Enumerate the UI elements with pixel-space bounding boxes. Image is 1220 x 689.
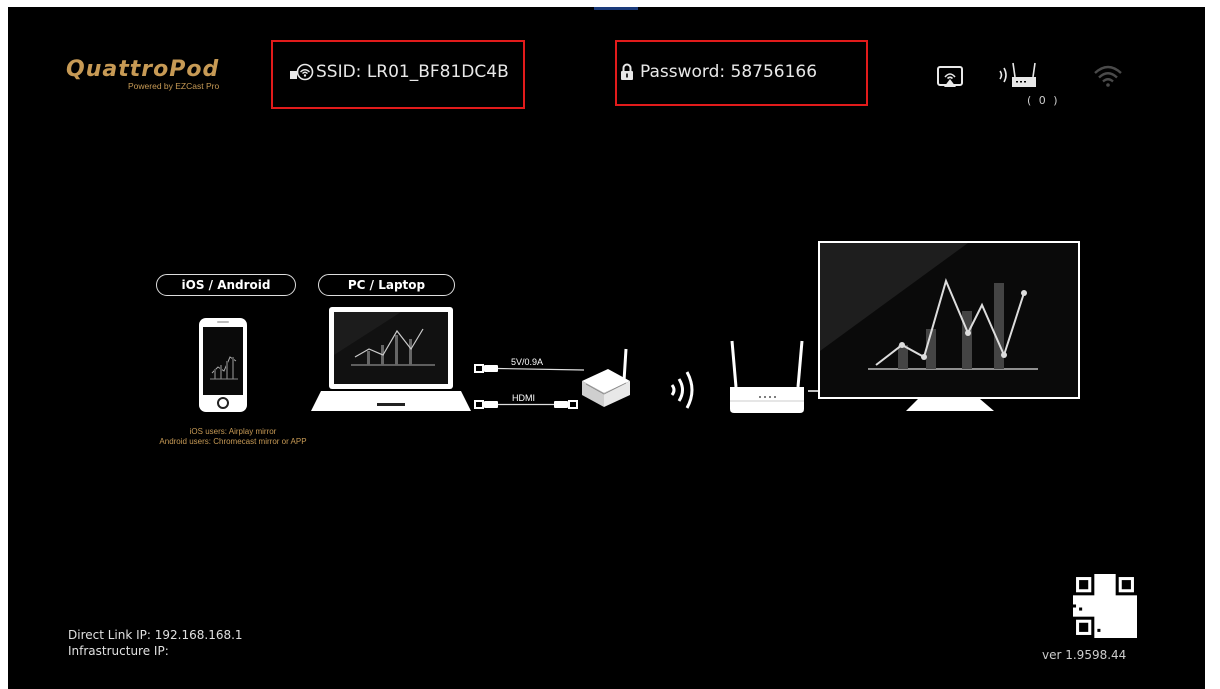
infrastructure-ip: Infrastructure IP: <box>68 644 169 658</box>
airplay-icon[interactable] <box>937 66 963 90</box>
quattropod-receiver-icon <box>582 348 630 407</box>
hdmi-cable-label: HDMI <box>512 393 535 403</box>
brand-tagline: Powered by EZCast Pro <box>128 81 220 91</box>
wifi-dongle-icon <box>290 63 314 81</box>
password-info: Password: 58756166 <box>620 62 817 82</box>
direct-link-ip: Direct Link IP: 192.168.168.1 <box>68 628 243 642</box>
power-cable-label: 5V/0.9A <box>511 357 544 367</box>
qr-code <box>1073 574 1137 638</box>
connected-device-count: ( 0 ) <box>1027 94 1060 107</box>
laptop-icon <box>311 307 471 411</box>
smartphone-icon <box>199 318 247 412</box>
wifi-signal-icon <box>1094 65 1122 87</box>
router-icon <box>999 62 1036 87</box>
wifi-router-icon <box>730 340 804 413</box>
source-label-pc: PC / Laptop <box>318 274 455 296</box>
top-indicator <box>594 7 638 10</box>
brand-name: QuattroPod <box>66 57 220 82</box>
ssid-label: SSID: LR01_BF81DC4B <box>316 62 509 82</box>
brand-logo: QuattroPod Powered by EZCast Pro <box>66 59 256 92</box>
password-label: Password: 58756166 <box>640 62 818 82</box>
source-label-mobile: iOS / Android <box>156 274 296 296</box>
mobile-note-ios: iOS users: Airplay mirror <box>189 427 277 436</box>
tv-display-icon <box>818 241 1080 411</box>
cast-home-screen: QuattroPod Powered by EZCast Pro SSID: L… <box>8 7 1205 689</box>
mobile-note-android: Android users: Chromecast mirror or APP <box>159 437 307 446</box>
lock-icon <box>621 63 633 80</box>
wireless-signal-icon <box>670 371 694 409</box>
firmware-version: ver 1.9598.44 <box>1042 648 1127 662</box>
ssid-info: SSID: LR01_BF81DC4B <box>290 62 509 82</box>
